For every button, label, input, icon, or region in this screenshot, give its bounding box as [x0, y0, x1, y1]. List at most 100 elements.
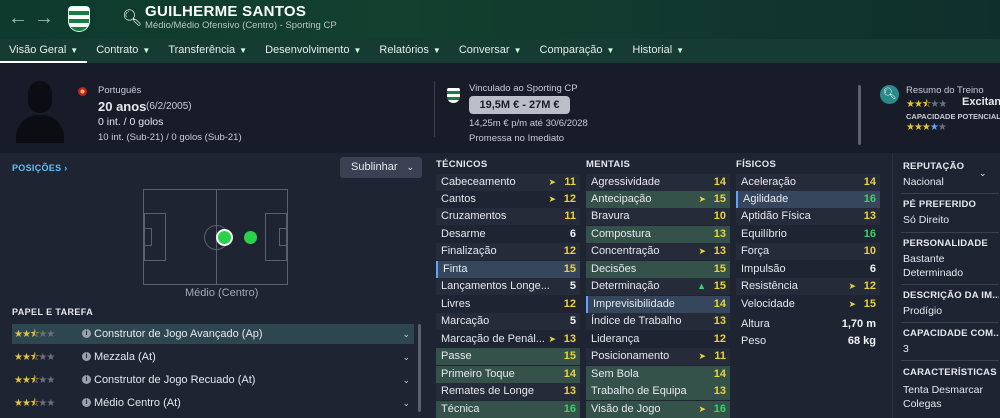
attr-row[interactable]: Força 10 — [736, 243, 880, 260]
search-icon[interactable]: 🔍︎ — [122, 8, 142, 28]
international-caps: 0 int. / 0 golos — [98, 116, 164, 128]
position-dot-primary[interactable] — [218, 231, 231, 244]
scrollbar[interactable] — [858, 85, 861, 145]
menu-desenvolvimento[interactable]: Desenvolvimento ▼ — [256, 39, 370, 63]
attr-row[interactable]: Imprevisibilidade 14 — [586, 296, 730, 313]
info-icon: i — [82, 329, 91, 338]
attr-row[interactable]: Antecipação ➤ 15 — [586, 191, 730, 208]
attr-row[interactable]: Cantos ➤ 12 — [436, 191, 580, 208]
attr-row[interactable]: Bravura 10 — [586, 208, 730, 225]
personality-value: Bastante — [903, 253, 945, 265]
menu-comparacao[interactable]: Comparação ▼ — [531, 39, 624, 63]
characteristics-title: CARACTERÍSTICAS D — [903, 367, 999, 378]
attr-row[interactable]: Visão de Jogo ➤ 16 — [586, 401, 730, 418]
contract-label: Vinculado ao Sporting CP — [469, 83, 578, 94]
menu-contrato[interactable]: Contrato ▼ — [87, 39, 159, 63]
attr-row[interactable]: Finta 15 — [436, 261, 580, 278]
chevron-down-icon: ▼ — [676, 46, 685, 55]
training-label: Resumo do Treino — [906, 85, 984, 96]
chevron-down-icon: ▼ — [142, 46, 151, 55]
player-name: GUILHERME SANTOS — [145, 3, 307, 20]
positions-panel: POSIÇÕES › Sublinhar ⌄ Médio (Centro) PAP… — [0, 153, 428, 418]
chevron-down-icon: ▼ — [70, 46, 79, 55]
technical-title: TÉCNICOS — [436, 159, 488, 170]
chevron-down-icon: ⌄ — [402, 329, 410, 339]
attr-row[interactable]: Remates de Longe 13 — [436, 383, 580, 400]
forward-icon[interactable]: → — [34, 7, 54, 30]
attr-row[interactable]: Equilíbrio 16 — [736, 226, 880, 243]
ability-value: 3 — [903, 343, 909, 355]
role-item[interactable]: ★★⯪★★ i Mezzala (At) ⌄ — [12, 347, 414, 367]
attr-row[interactable]: Técnica 16 — [436, 401, 580, 418]
attr-row[interactable]: Finalização 12 — [436, 243, 580, 260]
menu-visao-geral[interactable]: Visão Geral ▼ — [0, 39, 88, 63]
attr-row[interactable]: Agilidade 16 — [736, 191, 880, 208]
info-icon: i — [82, 352, 91, 361]
back-icon[interactable]: ← — [8, 7, 28, 30]
attr-row[interactable]: Cabeceamento ➤ 11 — [436, 174, 580, 191]
menu-historial[interactable]: Historial ▼ — [623, 39, 693, 63]
chevron-down-icon: ▼ — [606, 46, 615, 55]
divider — [434, 81, 435, 137]
role-item[interactable]: ★★⯪★★ i Construtor de Jogo Recuado (At) ⌄ — [12, 370, 414, 390]
preferred-foot-title: PÉ PREFERIDO — [903, 199, 977, 210]
magnifier-icon[interactable]: 🔍︎ — [880, 85, 899, 104]
highlight-dropdown[interactable]: Sublinhar ⌄ — [340, 157, 422, 178]
attr-row[interactable]: Trabalho de Equipa 13 — [586, 383, 730, 400]
attr-row[interactable]: Aceleração 14 — [736, 174, 880, 191]
attr-row[interactable]: Sem Bola 14 — [586, 366, 730, 383]
personality-value-2: Determinado — [903, 267, 964, 279]
menu-relatorios[interactable]: Relatórios ▼ — [370, 39, 449, 63]
attr-row[interactable]: Determinação ▲ 15 — [586, 278, 730, 295]
main-menu: Visão Geral ▼ Contrato ▼ Transferência ▼ De… — [0, 39, 1000, 63]
position-label: Médio (Centro) — [185, 287, 259, 299]
attr-row[interactable]: Resistência ➤ 12 — [736, 278, 880, 295]
media-description-title: DESCRIÇÃO DA IM... — [903, 290, 999, 301]
role-item[interactable]: ★★⯪★★ i Médio Centro (At) ⌄ — [12, 393, 414, 413]
menu-conversar[interactable]: Conversar ▼ — [450, 39, 531, 63]
attr-row[interactable]: Passe 15 — [436, 348, 580, 365]
value-badge[interactable]: 19,5M € - 27M € — [469, 96, 570, 114]
attr-row[interactable]: Agressividade 14 — [586, 174, 730, 191]
characteristics-value-2: Colegas — [903, 398, 942, 410]
attr-row[interactable]: Decisões 15 — [586, 261, 730, 278]
chevron-down-icon[interactable]: ⌄ — [979, 168, 987, 179]
club-crest[interactable] — [68, 6, 90, 32]
menu-transferencia[interactable]: Transferência ▼ — [159, 39, 256, 63]
chevron-down-icon: ⌄ — [402, 352, 410, 362]
attr-row[interactable]: Concentração ➤ 13 — [586, 243, 730, 260]
chevron-down-icon: ▼ — [432, 46, 441, 55]
attr-row[interactable]: Marcação de Penál... ➤ 13 — [436, 331, 580, 348]
attr-row[interactable]: Compostura 13 — [586, 226, 730, 243]
media-description-value: Prodígio — [903, 305, 943, 317]
ability-title: CAPACIDADE COM... — [903, 328, 999, 339]
weight-row: Peso 68 kg — [741, 335, 876, 347]
chevron-down-icon: ⌄ — [402, 375, 410, 385]
attr-row[interactable]: Velocidade ➤ 15 — [736, 296, 880, 313]
attr-row[interactable]: Posicionamento ➤ 11 — [586, 348, 730, 365]
player-subtitle: Médio/Médio Ofensivo (Centro) - Sporting… — [145, 20, 337, 31]
attr-row[interactable]: Aptidão Física 13 — [736, 208, 880, 225]
attr-row[interactable]: Primeiro Toque 14 — [436, 366, 580, 383]
role-item[interactable]: ★★⯪★★ i Construtor de Jogo Avançado (Ap) ⌄ — [12, 324, 414, 344]
training-status: Excitant — [962, 96, 1000, 108]
attr-row[interactable]: Marcação 5 — [436, 313, 580, 330]
portugal-flag-icon — [78, 87, 87, 96]
attr-row[interactable]: Liderança 12 — [586, 331, 730, 348]
attr-row[interactable]: Desarme 6 — [436, 226, 580, 243]
chevron-down-icon: ▼ — [239, 46, 248, 55]
reputation-value: Nacional — [903, 176, 944, 188]
club-crest-small — [447, 88, 460, 103]
attributes-panel: TÉCNICOS MENTAIS FÍSICOS Cabeceamento ➤ 11… — [428, 153, 892, 418]
attr-row[interactable]: Cruzamentos 11 — [436, 208, 580, 225]
attr-row[interactable]: Livres 12 — [436, 296, 580, 313]
chevron-down-icon: ⌄ — [406, 162, 414, 172]
promise-text: Promessa no Imediato — [469, 133, 565, 144]
position-dot-secondary[interactable] — [244, 231, 257, 244]
attr-row[interactable]: Índice de Trabalho 13 — [586, 313, 730, 330]
attr-row[interactable]: Lançamentos Longe... 5 — [436, 278, 580, 295]
scrollbar[interactable] — [418, 324, 421, 412]
attr-row[interactable]: Impulsão 6 — [736, 261, 880, 278]
positions-title[interactable]: POSIÇÕES › — [12, 163, 68, 173]
chevron-down-icon: ▼ — [513, 46, 522, 55]
